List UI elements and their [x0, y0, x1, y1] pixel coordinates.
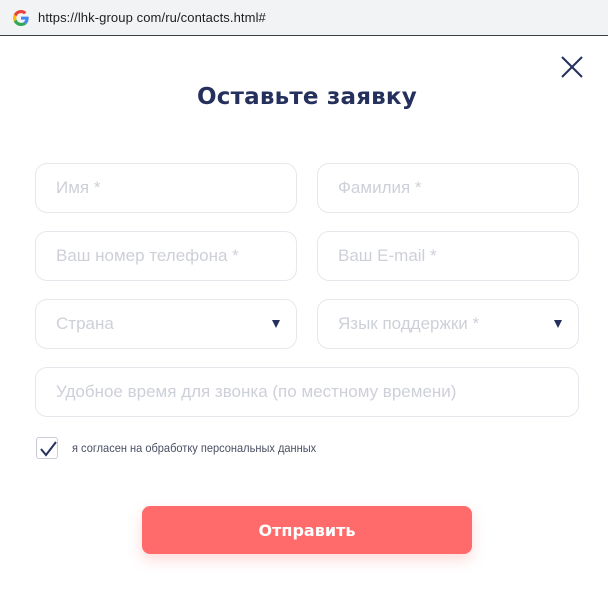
google-g-icon — [13, 10, 29, 26]
address-url[interactable]: https://lhk-group com/ru/contacts.html# — [38, 10, 266, 25]
dropdown-arrow-icon — [272, 320, 280, 328]
country-select[interactable]: Страна — [35, 299, 297, 349]
country-placeholder: Страна — [56, 314, 114, 333]
consent-label: я согласен на обработку персональных дан… — [72, 441, 317, 455]
last-name-field[interactable]: Фамилия * — [317, 163, 579, 213]
first-name-field[interactable]: Имя * — [35, 163, 297, 213]
call-time-placeholder: Удобное время для звонка (по местному вр… — [56, 382, 457, 401]
email-field[interactable]: Ваш E-mail * — [317, 231, 579, 281]
first-name-placeholder: Имя * — [56, 178, 101, 197]
email-placeholder: Ваш E-mail * — [338, 246, 437, 265]
form-title: Оставьте заявку — [197, 84, 417, 110]
browser-address-bar: https://lhk-group com/ru/contacts.html# — [0, 0, 608, 36]
checkmark-icon — [40, 441, 57, 457]
phone-placeholder: Ваш номер телефона * — [56, 246, 239, 265]
dropdown-arrow-icon — [554, 320, 562, 328]
close-icon[interactable] — [559, 54, 585, 80]
submit-button[interactable]: Отправить — [142, 506, 472, 554]
last-name-placeholder: Фамилия * — [338, 178, 422, 197]
consent-checkbox[interactable] — [36, 437, 58, 459]
call-time-field[interactable]: Удобное время для звонка (по местному вр… — [35, 367, 579, 417]
support-language-select[interactable]: Язык поддержки * — [317, 299, 579, 349]
support-language-placeholder: Язык поддержки * — [338, 314, 480, 333]
phone-field[interactable]: Ваш номер телефона * — [35, 231, 297, 281]
